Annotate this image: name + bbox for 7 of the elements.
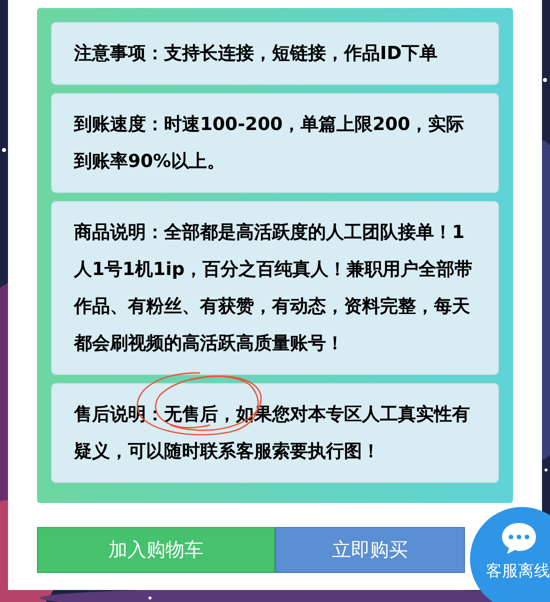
buy-now-button[interactable]: 立即购买 bbox=[275, 527, 465, 573]
add-to-cart-button[interactable]: 加入购物车 bbox=[37, 527, 275, 573]
notice-text: 商品说明：全部都是高活跃度的人工团队接单！1人1号1机1ip，百分之百纯真人！兼职用户全部带作品、有粉丝、有获赞，有动态，资料完整，每天都会刷视频的高活跃高质量账号！ bbox=[51, 201, 499, 375]
chat-icon bbox=[500, 521, 538, 555]
notice-text: 到账速度：时速100-200，单篇上限200，实际到账率90%以上。 bbox=[51, 93, 499, 193]
notice-text: 注意事项：支持长连接，短链接，作品ID下单 bbox=[51, 22, 499, 85]
chat-label: 客服离线 bbox=[486, 560, 550, 582]
